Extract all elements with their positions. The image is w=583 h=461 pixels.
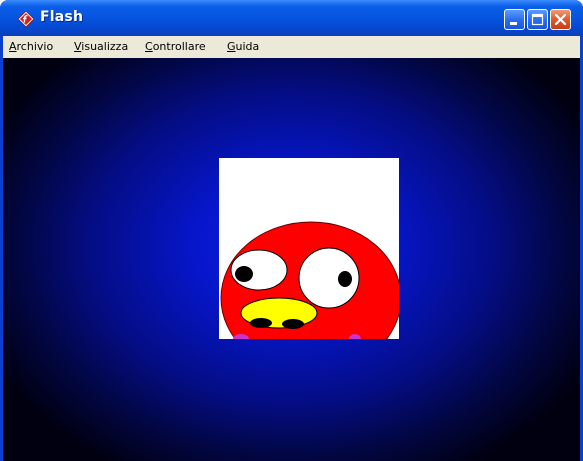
menu-bar: Archivio Visualizza Controllare Guida	[3, 36, 580, 58]
character-pupil-right	[338, 271, 352, 287]
minimize-icon	[510, 22, 517, 25]
menu-controllare-mnemonic: C	[145, 40, 153, 53]
character-pupil-left	[235, 266, 253, 282]
cartoon-character	[220, 221, 399, 339]
menu-archivio-label: rchivio	[16, 40, 54, 53]
window-title: Flash	[40, 9, 84, 25]
character-nostril-left	[250, 318, 272, 328]
menu-archivio-mnemonic: A	[9, 40, 17, 53]
flash-window: Flash Archivio Visualizza Controllare Gu…	[0, 0, 583, 461]
flash-player-icon	[17, 10, 35, 28]
character-nostril-right	[282, 319, 304, 329]
maximize-button[interactable]	[527, 9, 548, 30]
menu-guida-label: uida	[235, 40, 260, 53]
minimize-button[interactable]	[504, 9, 525, 30]
title-bar[interactable]: Flash	[0, 0, 583, 36]
menu-guida-mnemonic: G	[227, 40, 236, 53]
maximize-icon	[531, 13, 544, 26]
menu-visualizza-label: isualizza	[81, 40, 129, 53]
menu-visualizza[interactable]: Visualizza	[74, 40, 128, 53]
menu-controllare[interactable]: Controllare	[145, 40, 206, 53]
close-icon	[554, 13, 567, 26]
flash-content-area[interactable]	[3, 58, 580, 461]
close-button[interactable]	[550, 9, 571, 30]
menu-guida[interactable]: Guida	[227, 40, 259, 53]
flash-stage[interactable]	[219, 158, 399, 339]
menu-archivio[interactable]: Archivio	[9, 40, 53, 53]
menu-controllare-label: ontrollare	[152, 40, 206, 53]
